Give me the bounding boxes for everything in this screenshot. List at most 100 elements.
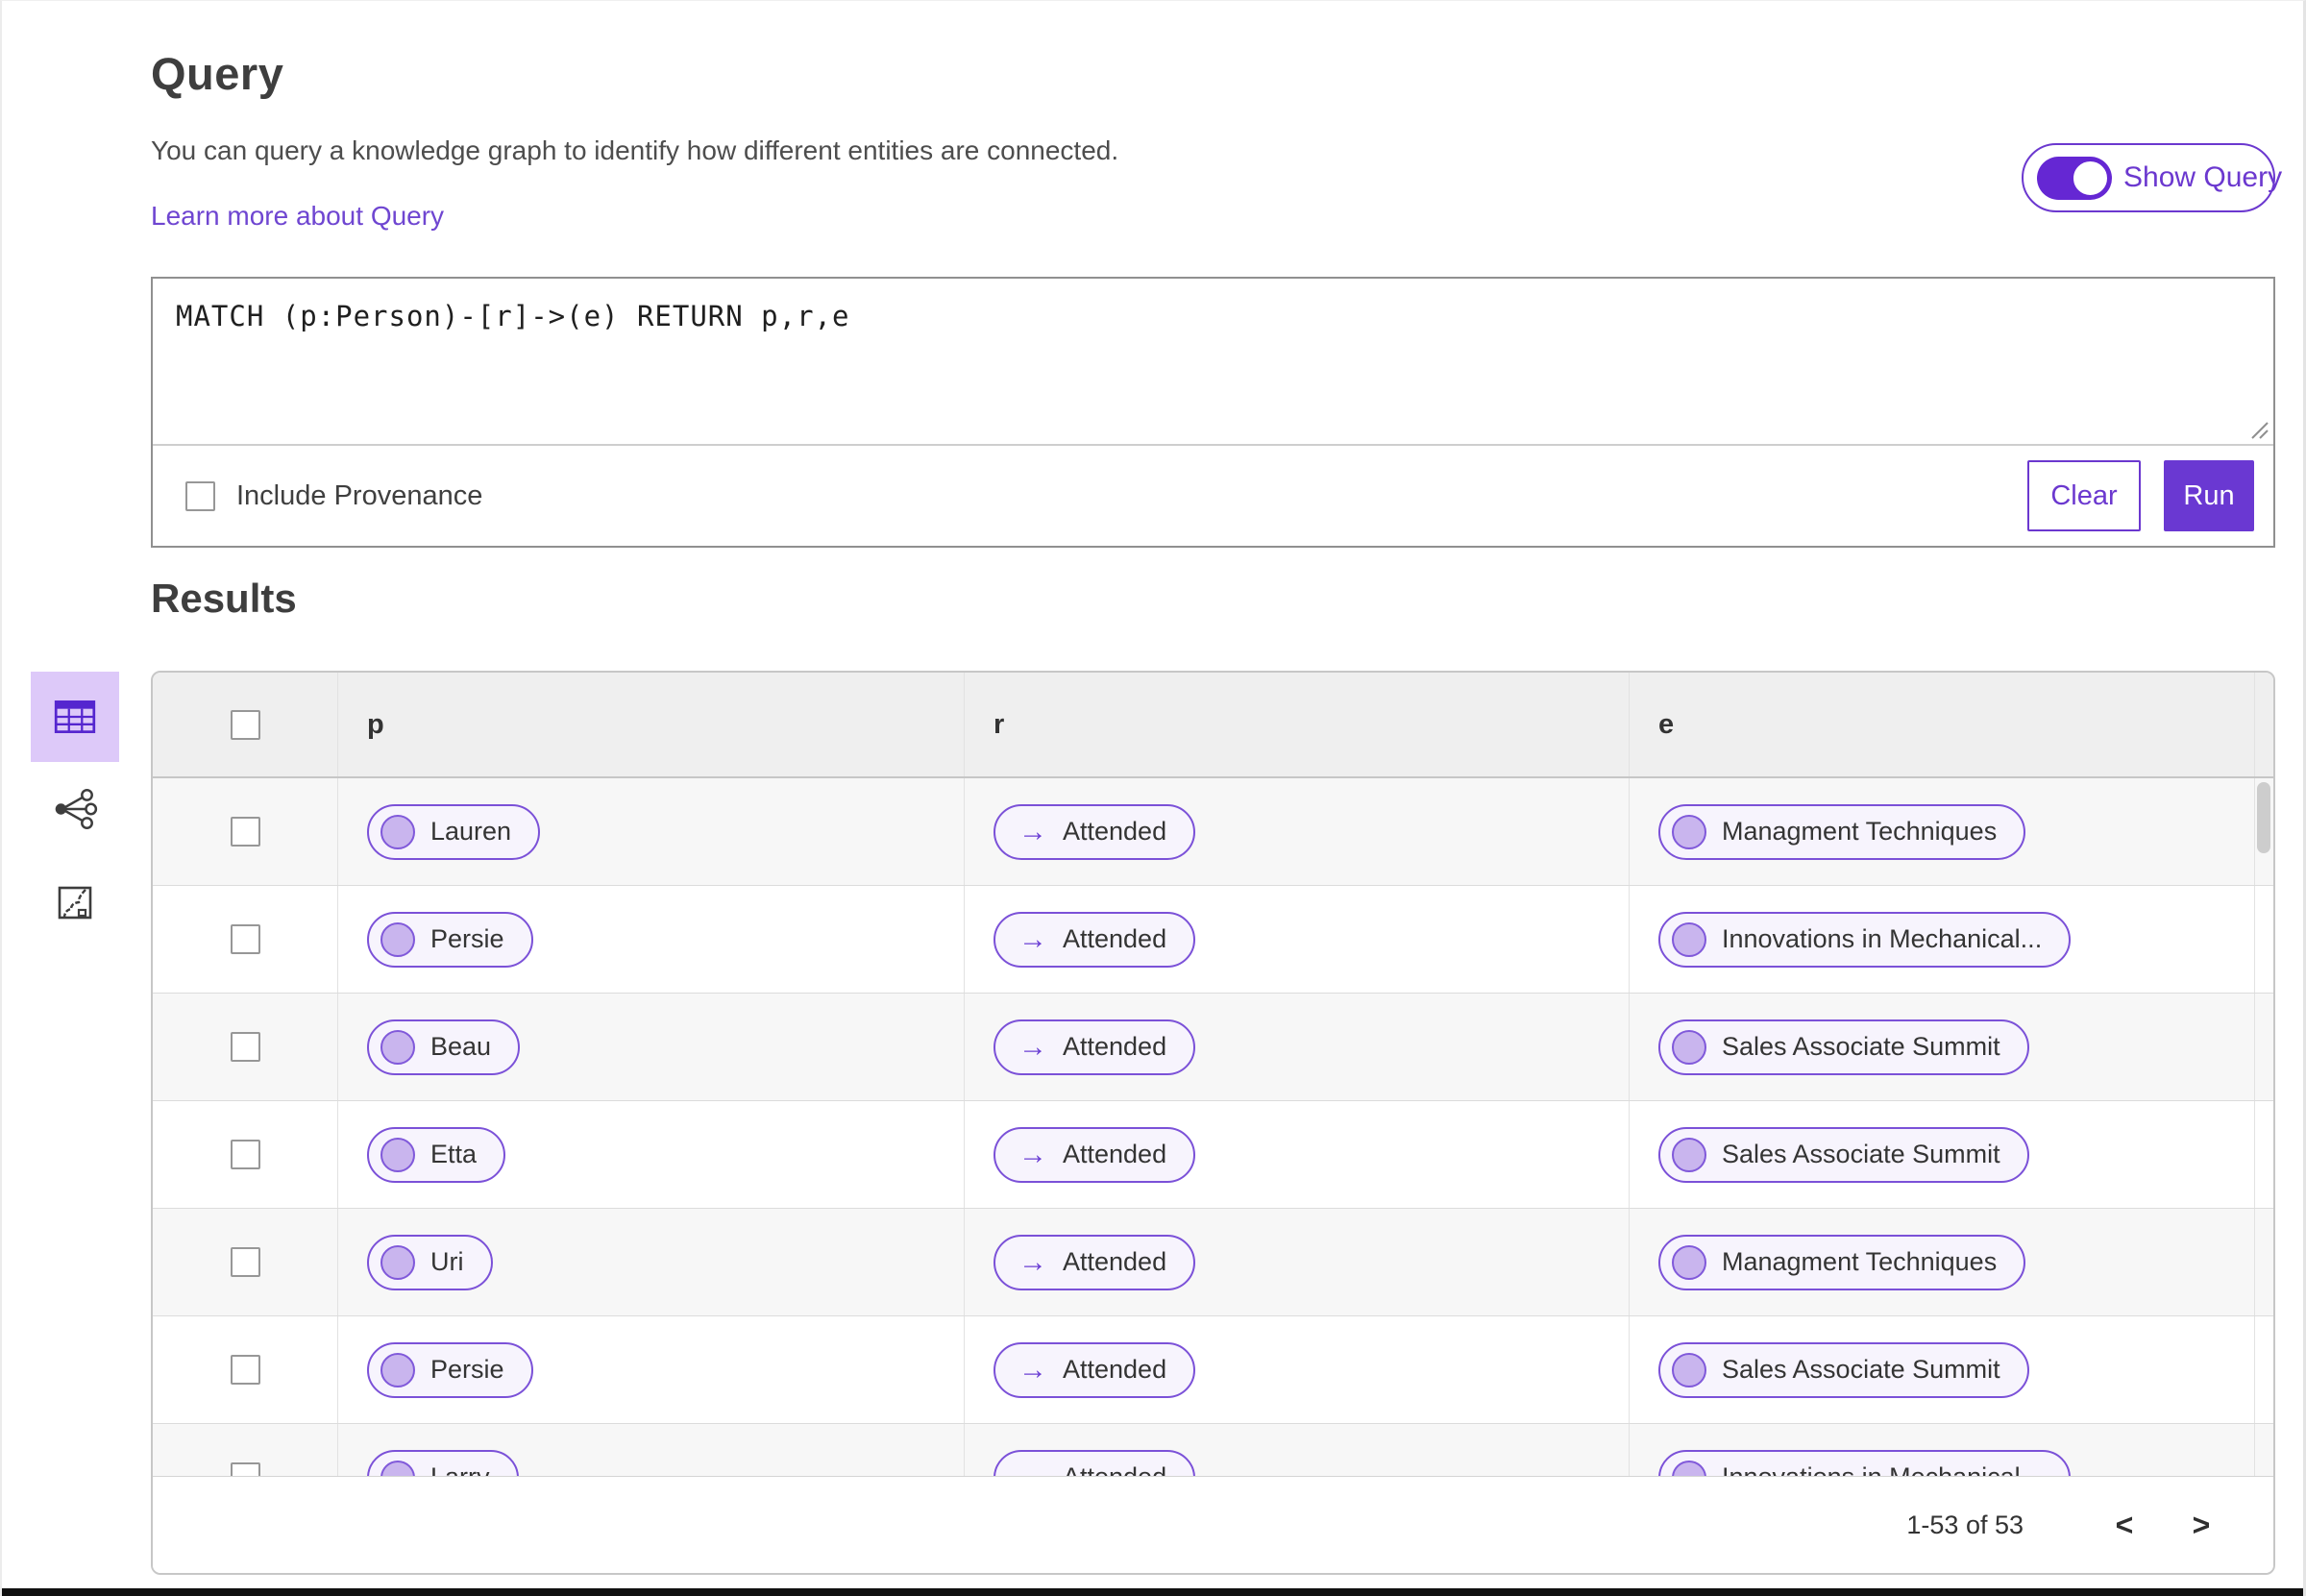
run-button[interactable]: Run [2164,460,2254,531]
include-provenance-option[interactable]: Include Provenance [185,480,482,512]
node-label: Sales Associate Summit [1722,1032,2000,1061]
relationship-arrow-icon: → [1018,1245,1047,1278]
show-query-toggle[interactable]: Show Query [2022,143,2282,212]
node-circle-icon [1672,1352,1706,1387]
next-page-button[interactable]: > [2168,1491,2235,1559]
row-checkbox[interactable] [230,924,260,954]
column-header-r[interactable]: r [965,673,1630,776]
node-circle-icon [1672,1460,1706,1476]
previous-page-button[interactable]: < [2091,1491,2158,1559]
table-row[interactable]: Persie → Attended Sales Associate Summit [153,1316,2273,1424]
resize-grip-icon[interactable] [2245,415,2269,440]
node-circle-icon [380,1244,415,1280]
include-provenance-checkbox[interactable] [185,480,215,511]
learn-more-link[interactable]: Learn more about Query [151,201,444,232]
relationship-arrow-icon: → [1018,922,1047,955]
node-circle-icon [380,921,415,957]
table-view-icon [54,700,96,733]
node-pill-e[interactable]: Managment Techniques [1658,1234,2026,1290]
row-checkbox[interactable] [230,1032,260,1062]
relationship-label: Attended [1063,1032,1167,1061]
results-table: p r e Lauren → Attended Managment Techni… [151,671,2275,1575]
include-provenance-label: Include Provenance [236,479,483,511]
node-label: Beau [430,1032,492,1061]
node-pill-p[interactable]: Larry [367,1449,519,1476]
node-pill-e[interactable]: Innovations in Mechanical... [1658,1449,2072,1476]
pagination-range-label: 1-53 of 53 [1906,1510,2024,1539]
node-pill-e[interactable]: Innovations in Mechanical... [1658,911,2072,968]
node-pill-p[interactable]: Persie [367,1341,533,1398]
scrollbar-thumb[interactable] [2257,782,2270,853]
node-pill-p[interactable]: Etta [367,1126,506,1183]
row-checkbox[interactable] [230,1355,260,1385]
query-actions-bar: Include Provenance Clear Run [153,446,2273,546]
page-title: Query [151,48,284,99]
node-circle-icon [380,1460,415,1476]
table-row[interactable]: Lauren → Attended Managment Techniques [153,778,2273,886]
relationship-pill[interactable]: → Attended [994,803,1196,860]
table-header-row: p r e [153,673,2273,778]
relationship-label: Attended [1063,817,1167,846]
relationship-label: Attended [1063,924,1167,953]
table-row[interactable]: Larry → Attended Innovations in Mechanic… [153,1424,2273,1476]
node-label: Innovations in Mechanical... [1722,1462,2042,1476]
node-label: Managment Techniques [1722,1247,1998,1276]
relationship-pill[interactable]: → Attended [994,911,1196,968]
query-panel: MATCH (p:Person)-[r]->(e) RETURN p,r,e I… [151,277,2275,548]
select-all-checkbox[interactable] [230,709,260,740]
relationship-pill[interactable]: → Attended [994,1019,1196,1075]
row-checkbox[interactable] [230,1140,260,1169]
relationship-pill[interactable]: → Attended [994,1234,1196,1290]
node-label: Sales Associate Summit [1722,1140,2000,1168]
node-label: Uri [430,1247,464,1276]
page-description: You can query a knowledge graph to ident… [151,135,1119,165]
table-row[interactable]: Beau → Attended Sales Associate Summit [153,994,2273,1101]
relationship-label: Attended [1063,1355,1167,1384]
node-pill-e[interactable]: Sales Associate Summit [1658,1126,2029,1183]
row-checkbox[interactable] [230,1247,260,1277]
chart-view-icon [58,886,92,920]
node-pill-p[interactable]: Persie [367,911,533,968]
relationship-pill[interactable]: → Attended [994,1126,1196,1183]
toggle-knob [2072,159,2109,197]
node-label: Etta [430,1140,478,1168]
node-pill-p[interactable]: Uri [367,1234,493,1290]
query-text: MATCH (p:Person)-[r]->(e) RETURN p,r,e [176,300,850,332]
relationship-label: Attended [1063,1462,1166,1476]
node-label: Managment Techniques [1722,817,1998,846]
graph-view-icon [55,788,98,830]
table-view-button[interactable] [31,672,119,762]
relationship-label: Attended [1063,1247,1167,1276]
relationship-pill[interactable]: → Attended [994,1449,1196,1476]
node-pill-e[interactable]: Sales Associate Summit [1658,1019,2029,1075]
node-pill-p[interactable]: Lauren [367,803,541,860]
relationship-arrow-icon: → [1018,1138,1047,1170]
row-checkbox[interactable] [230,817,260,847]
node-label: Persie [430,924,504,953]
pagination-bar: 1-53 of 53 < > [153,1476,2273,1573]
relationship-pill[interactable]: → Attended [994,1341,1196,1398]
table-row[interactable]: Etta → Attended Sales Associate Summit [153,1101,2273,1209]
query-input[interactable]: MATCH (p:Person)-[r]->(e) RETURN p,r,e [153,279,2273,446]
node-pill-e[interactable]: Managment Techniques [1658,803,2026,860]
relationship-arrow-icon: → [1018,1030,1047,1063]
chart-view-button[interactable] [31,857,119,947]
toggle-on-icon [2037,156,2112,200]
table-row[interactable]: Persie → Attended Innovations in Mechani… [153,886,2273,994]
node-circle-icon [380,1137,415,1172]
row-checkbox[interactable] [230,1462,260,1476]
vertical-scrollbar[interactable] [2255,778,2273,1476]
column-header-p[interactable]: p [338,673,965,776]
column-header-e[interactable]: e [1630,673,2255,776]
node-pill-p[interactable]: Beau [367,1019,521,1075]
query-page: Query You can query a knowledge graph to… [0,0,2306,1596]
node-label: Larry [430,1462,490,1476]
node-circle-icon [1672,1244,1706,1280]
node-circle-icon [380,1352,415,1387]
graph-view-button[interactable] [31,764,119,854]
clear-button[interactable]: Clear [2027,460,2141,531]
node-pill-e[interactable]: Sales Associate Summit [1658,1341,2029,1398]
results-view-switcher [31,672,119,947]
node-label: Persie [430,1355,504,1384]
table-row[interactable]: Uri → Attended Managment Techniques [153,1209,2273,1316]
